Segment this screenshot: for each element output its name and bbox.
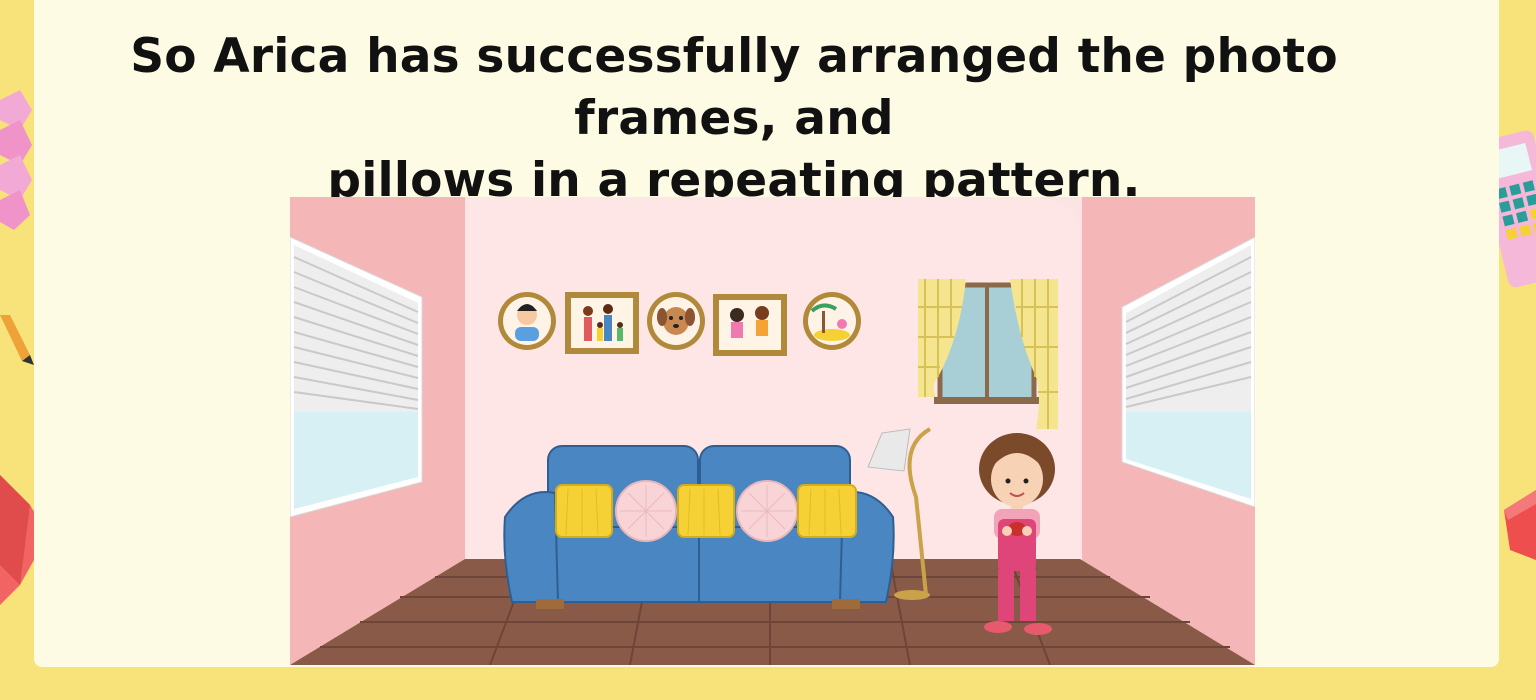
living-room-scene: [290, 197, 1255, 665]
pencil-decoration: [0, 315, 34, 365]
puppy-round-frame: [647, 292, 705, 350]
pillow-yellow-1: [555, 484, 613, 538]
pillow-yellow-2: [677, 484, 735, 538]
red-cube-decoration: [1504, 490, 1536, 560]
beach-round-frame: [803, 292, 861, 350]
heading-line-1: So Arica has successfully arranged the p…: [130, 29, 1338, 146]
slide-heading: So Arica has successfully arranged the p…: [34, 26, 1434, 212]
kids-square-frame: [713, 294, 787, 356]
family-square-frame: [565, 292, 639, 354]
pillow-yellow-3: [797, 484, 857, 538]
pillow-pink-2: [736, 480, 798, 542]
pillow-pink-1: [615, 480, 677, 542]
boy-round-frame: [498, 292, 556, 350]
